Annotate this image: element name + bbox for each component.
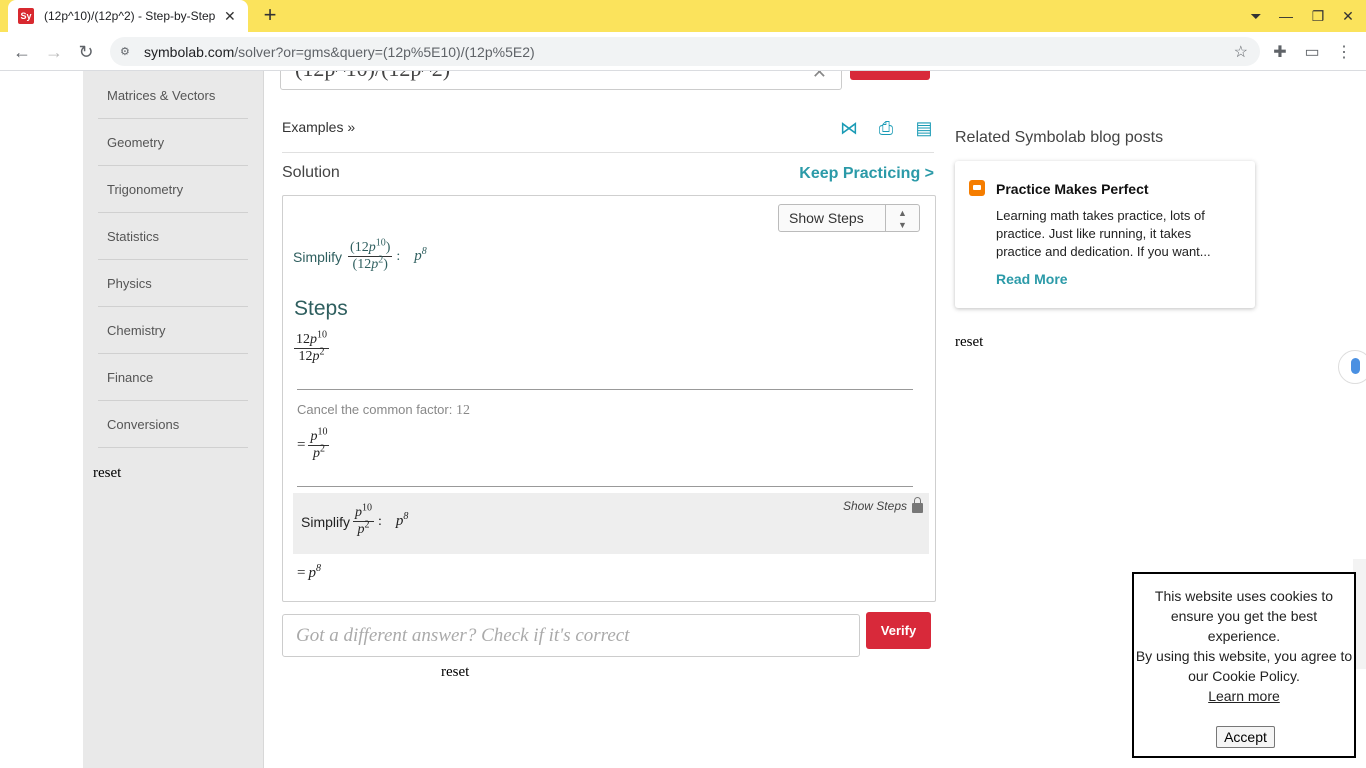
simplify-label: Simplify [293,248,343,265]
substep-box: Simplify p10 p2 : p8 Show Steps [293,493,929,554]
simplify-summary: Simplify (12p10) (12p2) : p8 [293,237,427,272]
cast-icon[interactable]: ▭ [1302,42,1322,62]
step-divider [297,389,913,390]
close-window-icon[interactable]: ✕ [1338,6,1358,26]
cancelled-expression: = p10 p2 [297,426,330,461]
share-icon[interactable]: ⋈ [838,117,860,139]
steps-title: Steps [294,297,348,320]
tab-search-icon[interactable]: ⏷ [1246,6,1266,26]
right-reset: reset [955,334,984,350]
clear-input-icon[interactable]: ✕ [812,71,827,83]
read-more-link[interactable]: Read More [996,271,1068,287]
browser-menu-icon[interactable]: ⋮ [1334,42,1354,62]
minimize-icon[interactable]: — [1276,6,1296,26]
new-tab-icon[interactable]: + [258,4,282,28]
blog-excerpt: Learning math takes practice, lots of pr… [996,208,1211,259]
related-posts-title: Related Symbolab blog posts [955,129,1164,146]
accept-cookies-button[interactable]: Accept [1216,726,1275,748]
go-button[interactable] [850,71,930,80]
select-arrows-icon: ▲ ▼ [885,205,919,231]
print-icon[interactable]: ⎙ [875,117,897,139]
blog-title[interactable]: Practice Makes Perfect [996,181,1149,197]
restore-icon[interactable]: ❐ [1308,6,1328,26]
symbolab-favicon-icon: Sy [18,8,34,24]
verify-button[interactable]: Verify [866,612,931,649]
sidebar-item-chemistry[interactable]: Chemistry [98,307,248,354]
final-result: = p8 [297,563,321,582]
sidebar-item-statistics[interactable]: Statistics [98,213,248,260]
main-solver: (12p^10)/(12p^2) ✕ Examples » ⋈ ⎙ ▤ Solu… [264,71,954,768]
show-steps-link[interactable]: Show Steps [843,497,923,513]
step-expression: 12p10 12p2 [294,329,329,364]
step-divider [297,486,913,487]
pdf-icon[interactable]: ▤ [913,117,935,139]
sidebar-item-physics[interactable]: Physics [98,260,248,307]
cancel-step-text: Cancel the common factor: 12 [297,402,470,418]
close-tab-icon[interactable]: ✕ [224,8,236,25]
cookie-text: This website uses cookies to ensure you … [1134,588,1354,706]
solution-box: Show Steps ▲ ▼ Simplify (12p10) (12p2) : … [282,195,936,602]
sidebar-item-geometry[interactable]: Geometry [98,119,248,166]
lock-icon [912,497,923,513]
verify-answer-input[interactable]: Got a different answer? Check if it's co… [282,614,860,657]
solution-label: Solution [282,164,340,181]
extensions-puzzle-icon[interactable]: ✚ [1270,42,1290,62]
problem-input[interactable]: (12p^10)/(12p^2) ✕ [280,71,842,90]
sidebar-item-conversions[interactable]: Conversions [98,401,248,448]
bookmark-star-icon[interactable]: ☆ [1234,42,1248,62]
main-reset: reset [441,664,470,680]
tab-title: (12p^10)/(12p^2) - Step-by-Step [44,9,216,23]
learn-more-link[interactable]: Learn more [1134,686,1354,706]
forward-arrow-icon[interactable]: → [42,40,66,64]
microphone-icon[interactable] [1338,350,1366,384]
url-host: symbolab.com [144,43,235,60]
sidebar-item-finance[interactable]: Finance [98,354,248,401]
problem-fraction: (12p10) (12p2) [348,237,393,272]
address-toolbar: ← → ↻ ⚙ symbolab.com/solver?or=gms&query… [0,32,1366,71]
back-arrow-icon[interactable]: ← [10,40,34,64]
sidebar-item-trigonometry[interactable]: Trigonometry [98,166,248,213]
summary-result: p8 [414,246,427,265]
blog-card: Practice Makes Perfect Learning math tak… [955,161,1255,308]
blogger-icon [969,180,985,196]
sidebar-item-matrices[interactable]: Matrices & Vectors [98,72,248,119]
divider [282,152,934,153]
url-path: /solver?or=gms&query=(12p%5E10)/(12p%5E2… [234,43,535,60]
examples-link[interactable]: Examples » [282,119,355,135]
url-bar[interactable]: ⚙ symbolab.com/solver?or=gms&query=(12p%… [110,37,1260,66]
sidebar-reset: reset [93,465,122,481]
site-info-icon[interactable]: ⚙ [120,45,134,59]
browser-tab[interactable]: Sy (12p^10)/(12p^2) - Step-by-Step ✕ [8,0,248,32]
sidebar: Matrices & Vectors Geometry Trigonometry… [83,71,264,768]
reload-icon[interactable]: ↻ [74,40,98,64]
keep-practicing-link[interactable]: Keep Practicing > [799,165,934,183]
page-content: Matrices & Vectors Geometry Trigonometry… [0,71,1366,768]
show-steps-select[interactable]: Show Steps ▲ ▼ [778,204,920,232]
browser-tabbar: Sy (12p^10)/(12p^2) - Step-by-Step ✕ + ⏷… [0,0,1366,32]
cookie-banner: This website uses cookies to ensure you … [1132,572,1356,758]
